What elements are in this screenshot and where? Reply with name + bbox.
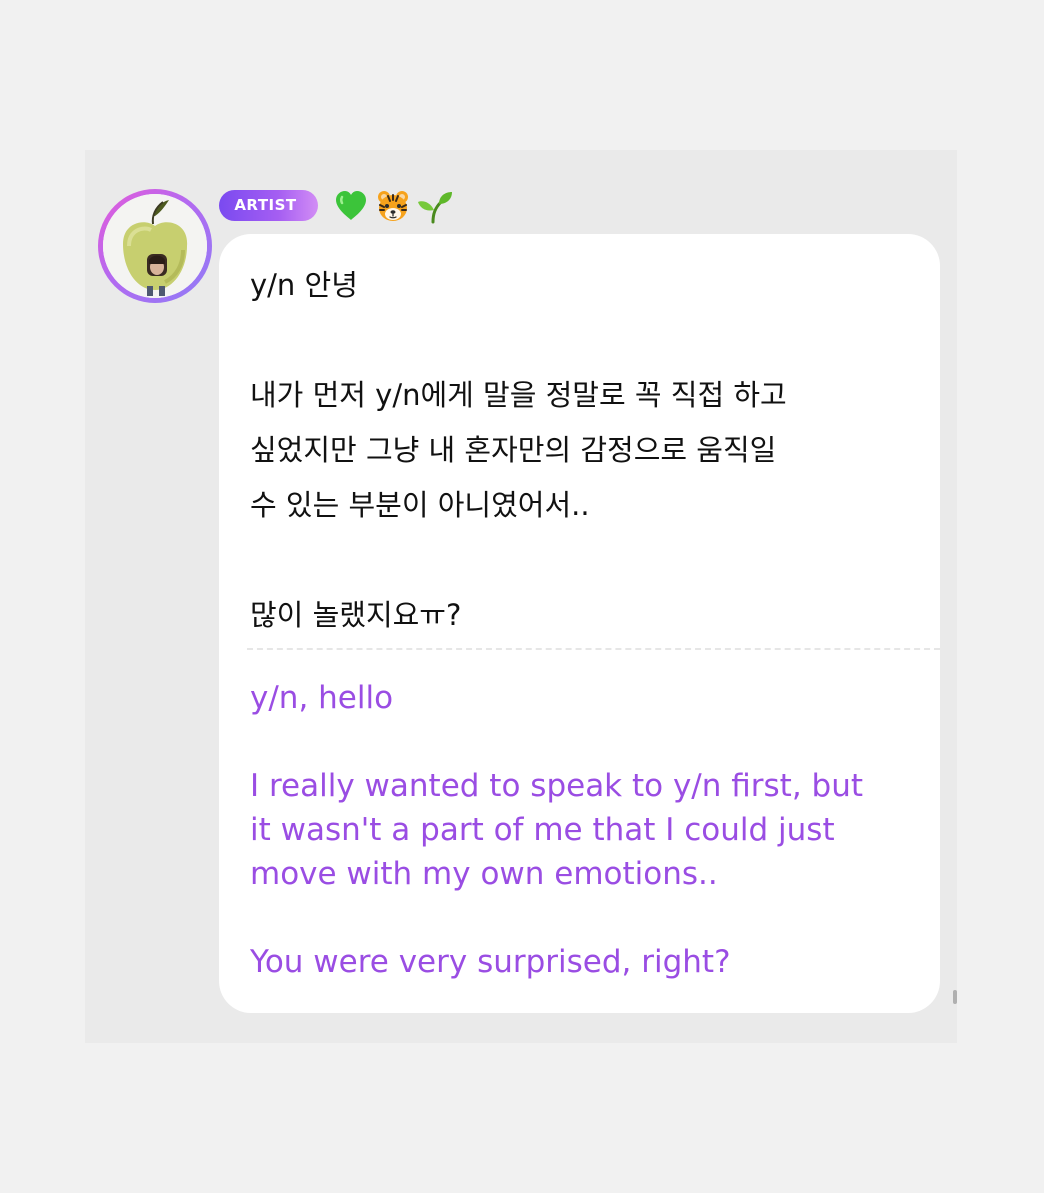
message-line: 내가 먼저 y/n에게 말을 정말로 꼭 직접 하고 [250, 378, 787, 412]
scrollbar-indicator[interactable] [953, 990, 957, 1004]
translation-line: move with my own emotions.. [250, 856, 718, 892]
translation-line: I really wanted to speak to y/n first, b… [250, 768, 864, 804]
translation-divider [247, 648, 940, 650]
avatar-image [103, 194, 207, 298]
emoji-row [333, 186, 453, 226]
seedling-icon [418, 192, 452, 224]
translation-line: it wasn't a part of me that I could just [250, 812, 835, 848]
green-heart-icon [336, 191, 366, 220]
artist-badge: ARTIST [219, 190, 318, 221]
tiger-face-icon [378, 191, 408, 221]
original-message: y/n 안녕 내가 먼저 y/n에게 말을 정말로 꼭 직접 하고 싶었지만 그… [250, 258, 910, 643]
artist-avatar[interactable] [98, 189, 212, 303]
translation-closing: You were very surprised, right? [250, 944, 731, 980]
message-bubble[interactable]: y/n 안녕 내가 먼저 y/n에게 말을 정말로 꼭 직접 하고 싶었지만 그… [219, 234, 940, 1013]
message-line: 수 있는 부분이 아니였어서.. [250, 488, 590, 522]
message-greeting: y/n 안녕 [250, 268, 358, 302]
message-closing: 많이 놀랬지요ㅠ? [250, 598, 462, 632]
translation-greeting: y/n, hello [250, 680, 394, 716]
translated-message: y/n, hello I really wanted to speak to y… [250, 676, 920, 984]
message-line: 싶었지만 그냥 내 혼자만의 감정으로 움직일 [250, 433, 777, 467]
